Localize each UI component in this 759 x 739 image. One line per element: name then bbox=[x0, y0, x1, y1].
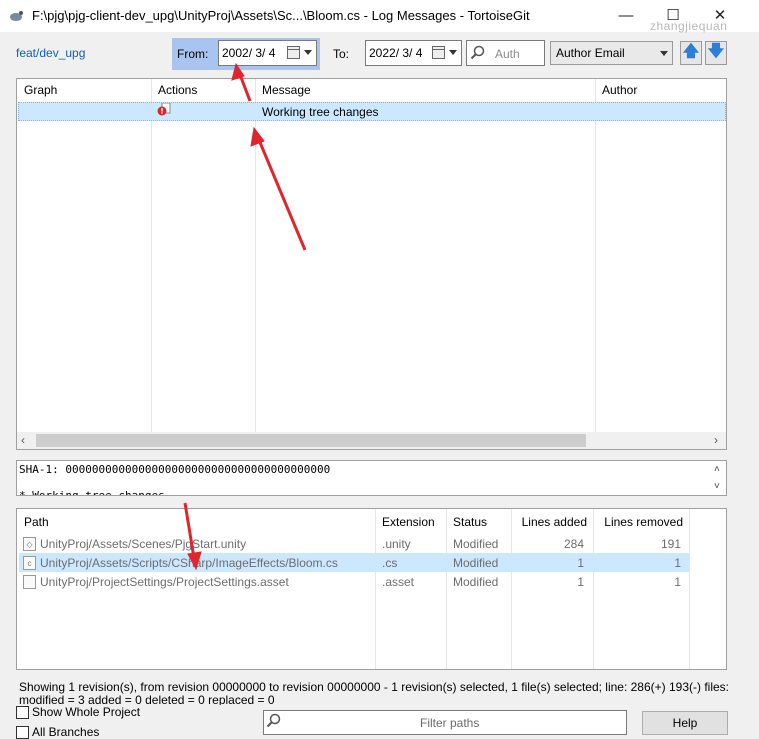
annotation-arrow bbox=[257, 139, 307, 251]
annotation-arrow-head bbox=[187, 551, 202, 571]
annotation-arrows bbox=[183, 62, 307, 571]
annotation-arrow bbox=[183, 502, 196, 559]
annotation-arrow-head bbox=[250, 126, 265, 147]
